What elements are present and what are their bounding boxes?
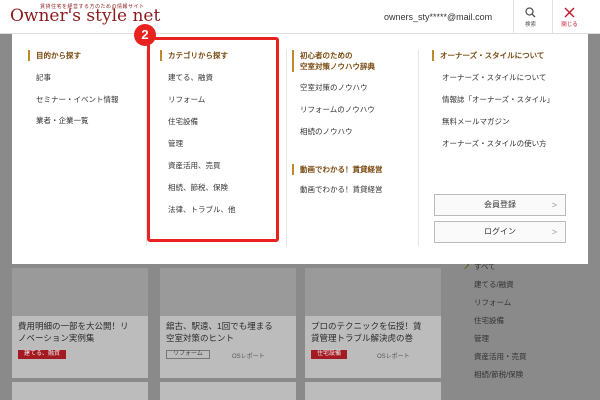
chevron-right-icon: > [551,227,557,237]
article-title: 費用明細の一部を大公開！リ ノベーション実例集 [18,321,129,343]
column-divider [418,50,419,246]
menu-column-video: 動画でわかる！賃貸経営 [292,164,422,175]
login-button[interactable]: ログイン > [434,221,566,243]
highlight-box [147,37,279,242]
article-title: 舘古、駅遠、1回でも埋まる 空室対策のヒント [166,321,273,343]
menu-link-seminars[interactable]: セミナー・イベント情報 [36,94,119,105]
menu-link-how-to-use[interactable]: オーナーズ・スタイルの使い方 [442,138,547,149]
column-heading: 初心者のための 空室対策ノウハウ辞典 [292,50,422,72]
search-label: 検索 [524,21,536,28]
close-menu-button[interactable]: 閉じる [552,0,586,34]
site-logo[interactable]: Owner's style net [10,6,160,26]
column-divider [286,50,287,246]
column-heading: オーナーズ・スタイルについて [432,50,582,61]
article-tag: 建てる、融資 [18,350,67,359]
column-heading: 目的から探す [28,50,148,61]
article-tag: リフォーム [166,350,210,359]
article-card[interactable] [305,382,441,400]
filter-item[interactable]: リフォーム [462,294,527,312]
step-badge: 2 [134,24,156,46]
user-email: owners_sty*****@mail.com [384,12,493,22]
chevron-right-icon: > [551,200,557,210]
filter-item[interactable]: 建てる/融資 [462,276,527,294]
article-title: プロのテクニックを伝授！賃 貸管理トラブル解決虎の巻 [311,321,422,343]
article-card[interactable]: 費用明細の一部を大公開！リ ノベーション実例集 建てる、融資 [12,268,148,378]
filter-item[interactable]: 相続/節税/保険 [462,366,527,384]
filter-item[interactable]: 管理 [462,330,527,348]
menu-link-about[interactable]: オーナーズ・スタイルについて [442,72,546,83]
article-tag: 住宅設備 [311,350,348,359]
menu-link-companies[interactable]: 業者・企業一覧 [36,115,89,126]
menu-link-magazine[interactable]: 情報誌「オーナーズ・スタイル」 [442,94,554,105]
article-card[interactable] [12,382,148,400]
article-source: OSレポート [232,354,265,360]
close-label: 閉じる [561,21,578,28]
close-icon [564,7,575,17]
mega-menu: 目的から探す 記事 セミナー・イベント情報 業者・企業一覧 カテゴリから探す 建… [12,34,588,264]
filter-item[interactable]: 資産活用・売買 [462,348,527,366]
menu-column-purpose: 目的から探す [28,50,148,61]
category-filter-list: すべて 建てる/融資 リフォーム 住宅設備 管理 資産活用・売買 相続/節税/保… [460,258,527,384]
article-card[interactable] [160,382,296,400]
article-card[interactable]: プロのテクニックを伝授！賃 貸管理トラブル解決虎の巻 住宅設備 OSレポート [305,268,441,378]
menu-link-vacancy-know-how[interactable]: 空室対策のノウハウ [300,82,368,93]
menu-column-about: オーナーズ・スタイルについて [432,50,582,61]
article-card[interactable]: 舘古、駅遠、1回でも埋まる 空室対策のヒント リフォーム OSレポート [160,268,296,378]
menu-link-inheritance-know-how[interactable]: 相続のノウハウ [300,126,353,137]
menu-column-beginner: 初心者のための 空室対策ノウハウ辞典 [292,50,422,72]
register-button[interactable]: 会員登録 > [434,194,566,216]
menu-link-newsletter[interactable]: 無料メールマガジン [442,116,510,127]
article-image [305,268,441,316]
search-icon [525,6,536,17]
filter-item[interactable]: 住宅設備 [462,312,527,330]
article-source: OSレポート [377,354,410,360]
menu-link-reform-know-how[interactable]: リフォームのノウハウ [300,104,375,115]
menu-link-video[interactable]: 動画でわかる！賃貸経営 [300,184,383,195]
article-image [12,268,148,316]
menu-link-articles[interactable]: 記事 [36,72,51,83]
site-header: 賃貸住宅を経営する方のための情報サイト Owner's style net ow… [0,0,600,34]
article-image [160,268,296,316]
search-button[interactable]: 検索 [513,0,547,34]
column-heading: 動画でわかる！賃貸経営 [292,164,422,175]
